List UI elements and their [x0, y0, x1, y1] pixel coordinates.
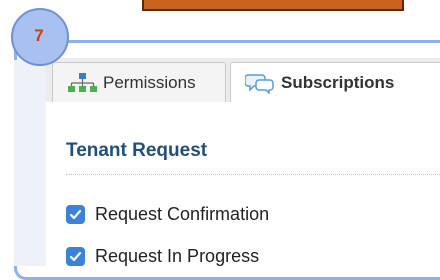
step-number-badge: 7 — [11, 8, 69, 66]
section-title: Tenant Request — [66, 140, 208, 161]
tab-permissions-label: Permissions — [103, 72, 196, 92]
section-divider — [66, 174, 440, 175]
left-panel-strip — [14, 60, 47, 266]
checkbox-label: Request In Progress — [95, 246, 260, 266]
checkbox-request-confirmation[interactable]: Request Confirmation — [66, 204, 269, 225]
step-number: 7 — [34, 26, 44, 45]
tab-bar: Permissions Subscriptions — [46, 58, 440, 103]
tab-subscriptions[interactable]: Subscriptions — [230, 62, 440, 103]
checkbox-label: Request Confirmation — [95, 204, 270, 224]
tab-permissions[interactable]: Permissions — [52, 62, 226, 102]
orange-banner — [142, 0, 404, 11]
checkbox-checked-icon[interactable] — [66, 247, 85, 266]
org-chart-icon — [68, 72, 97, 92]
subscriptions-panel: Tenant Request Request Confirmation Requ… — [46, 102, 440, 266]
tab-subscriptions-label: Subscriptions — [281, 73, 395, 92]
checkbox-request-in-progress[interactable]: Request In Progress — [66, 246, 259, 267]
speech-bubbles-icon — [245, 74, 274, 94]
checkbox-checked-icon[interactable] — [66, 205, 85, 224]
